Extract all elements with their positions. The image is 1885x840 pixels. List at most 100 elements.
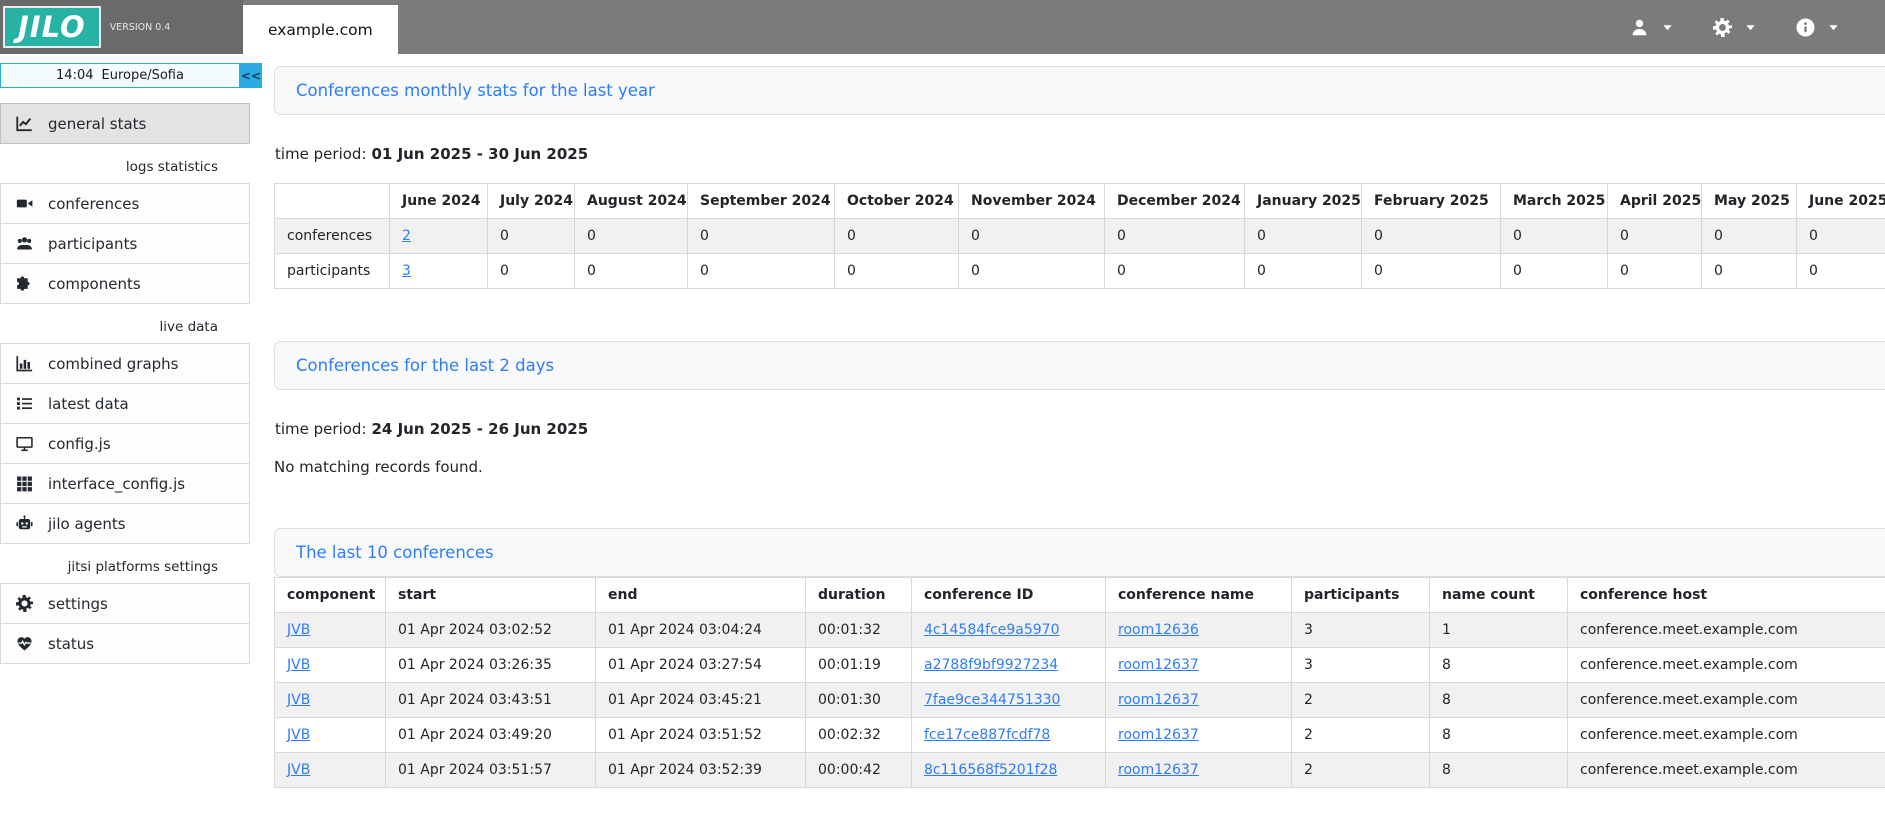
last-10-conferences-section: The last 10 conferences componentstarten… xyxy=(274,528,1885,788)
stat-row-label: conferences xyxy=(287,228,372,244)
stat-value: 0 xyxy=(1117,228,1126,244)
table-cell: room12637 xyxy=(1106,648,1292,683)
sidebar-item-conferences[interactable]: conferences xyxy=(0,183,250,224)
monthly-stats-title[interactable]: Conferences monthly stats for the last y… xyxy=(296,81,1885,100)
account-menu[interactable] xyxy=(1630,18,1673,37)
conference-name-link[interactable]: room12637 xyxy=(1118,762,1199,778)
sidebar-item-components[interactable]: components xyxy=(0,263,250,304)
sidebar-item-label: config.js xyxy=(48,435,111,453)
cell-name-count: 8 xyxy=(1442,657,1451,673)
table-cell: 01 Apr 2024 03:51:52 xyxy=(596,718,806,753)
conference-id-link[interactable]: 8c116568f5201f28 xyxy=(924,762,1057,778)
grid-icon xyxy=(15,475,34,492)
jilo-logo[interactable]: JILO xyxy=(3,6,101,48)
table-cell: 2 xyxy=(1292,718,1430,753)
logo-zone: JILO VERSION 0.4 xyxy=(0,0,243,54)
info-icon xyxy=(1796,18,1815,37)
stat-value: 0 xyxy=(1257,263,1266,279)
component-link[interactable]: JVB xyxy=(287,727,310,743)
table-cell: room12636 xyxy=(1106,613,1292,648)
conference-name-link[interactable]: room12637 xyxy=(1118,692,1199,708)
stat-value: 0 xyxy=(971,228,980,244)
table-cell: conference.meet.example.com xyxy=(1568,648,1885,683)
stat-value-link[interactable]: 2 xyxy=(402,228,411,244)
settings-menu[interactable] xyxy=(1713,18,1756,37)
conference-id-link[interactable]: 4c14584fce9a5970 xyxy=(924,622,1060,638)
column-header-conference-id: conference ID xyxy=(912,578,1106,613)
conference-name-link[interactable]: room12637 xyxy=(1118,657,1199,673)
table-cell: 0 xyxy=(1245,219,1362,254)
top-menus xyxy=(1630,0,1885,54)
chart-line-icon xyxy=(15,115,34,132)
table-cell: 2 xyxy=(1292,753,1430,788)
table-row: JVB01 Apr 2024 03:02:5201 Apr 2024 03:04… xyxy=(275,613,1885,648)
sidebar-item-general-stats[interactable]: general stats xyxy=(0,103,250,144)
table-cell: 2 xyxy=(1292,683,1430,718)
sidebar-item-label: latest data xyxy=(48,395,129,413)
sidebar-item-latest-data[interactable]: latest data xyxy=(0,383,250,424)
conference-name-link[interactable]: room12637 xyxy=(1118,727,1199,743)
column-header-duration: duration xyxy=(806,578,912,613)
table-cell: 8 xyxy=(1430,683,1568,718)
time-period-label: time period: xyxy=(275,145,367,163)
component-link[interactable]: JVB xyxy=(287,692,310,708)
table-cell: conference.meet.example.com xyxy=(1568,683,1885,718)
component-link[interactable]: JVB xyxy=(287,657,310,673)
sidebar-item-status[interactable]: status xyxy=(0,623,250,664)
platform-tab-example-com[interactable]: example.com xyxy=(243,5,398,54)
table-cell: 01 Apr 2024 03:51:57 xyxy=(386,753,596,788)
table-cell: 8 xyxy=(1430,753,1568,788)
sidebar-item-interface-config-js[interactable]: interface_config.js xyxy=(0,463,250,504)
table-cell: 01 Apr 2024 03:43:51 xyxy=(386,683,596,718)
table-cell: 01 Apr 2024 03:02:52 xyxy=(386,613,596,648)
table-cell: 0 xyxy=(488,254,575,289)
last-2-days-title[interactable]: Conferences for the last 2 days xyxy=(296,356,1885,375)
sidebar-item-settings[interactable]: settings xyxy=(0,583,250,624)
sidebar-item-label: general stats xyxy=(48,115,146,133)
month-column-header-june-2024: June 2024 xyxy=(390,184,488,219)
sidebar-item-config-js[interactable]: config.js xyxy=(0,423,250,464)
no-records-message: No matching records found. xyxy=(274,458,1885,476)
cell-start: 01 Apr 2024 03:49:20 xyxy=(398,727,552,743)
gear-icon xyxy=(1713,18,1732,37)
table-cell: JVB xyxy=(275,753,386,788)
sidebar: 14:04 Europe/Sofia << general statslogs … xyxy=(0,54,262,664)
sidebar-item-label: components xyxy=(48,275,141,293)
conference-name-link[interactable]: room12636 xyxy=(1118,622,1199,638)
cell-conference-host: conference.meet.example.com xyxy=(1580,622,1798,638)
sidebar-item-jilo-agents[interactable]: jilo agents xyxy=(0,503,250,544)
table-cell: 00:01:19 xyxy=(806,648,912,683)
table-header-row: componentstartenddurationconference IDco… xyxy=(275,578,1885,613)
stat-value-link[interactable]: 3 xyxy=(402,263,411,279)
table-cell: conference.meet.example.com xyxy=(1568,718,1885,753)
cell-conference-host: conference.meet.example.com xyxy=(1580,727,1798,743)
conference-id-link[interactable]: 7fae9ce344751330 xyxy=(924,692,1060,708)
table-cell: 0 xyxy=(959,254,1105,289)
cell-end: 01 Apr 2024 03:52:39 xyxy=(608,762,762,778)
sidebar-collapse-button[interactable]: << xyxy=(240,63,262,88)
month-column-header-september-2024: September 2024 xyxy=(688,184,835,219)
stat-value: 0 xyxy=(1809,228,1818,244)
table-row: JVB01 Apr 2024 03:26:3501 Apr 2024 03:27… xyxy=(275,648,1885,683)
last-10-conferences-title[interactable]: The last 10 conferences xyxy=(296,543,1885,562)
component-link[interactable]: JVB xyxy=(287,622,310,638)
table-cell: 0 xyxy=(575,219,688,254)
stat-value: 0 xyxy=(1620,228,1629,244)
column-header-participants: participants xyxy=(1292,578,1430,613)
table-cell: 3 xyxy=(1292,648,1430,683)
sidebar-item-participants[interactable]: participants xyxy=(0,223,250,264)
stat-value: 0 xyxy=(1714,263,1723,279)
sidebar-item-combined-graphs[interactable]: combined graphs xyxy=(0,343,250,384)
bar-chart-icon xyxy=(15,355,34,372)
stat-value: 0 xyxy=(1513,263,1522,279)
stat-value: 0 xyxy=(1809,263,1818,279)
last-2-days-section: Conferences for the last 2 days time per… xyxy=(274,341,1885,476)
conference-id-link[interactable]: fce17ce887fcdf78 xyxy=(924,727,1050,743)
top-header: JILO VERSION 0.4 example.com xyxy=(0,0,1885,54)
month-column-header-june-2025: June 2025 xyxy=(1797,184,1885,219)
app-root: JILO VERSION 0.4 example.com 14:04 Europ… xyxy=(0,0,1885,840)
conference-id-link[interactable]: a2788f9bf9927234 xyxy=(924,657,1058,673)
info-menu[interactable] xyxy=(1796,18,1839,37)
table-cell: 01 Apr 2024 03:52:39 xyxy=(596,753,806,788)
component-link[interactable]: JVB xyxy=(287,762,310,778)
